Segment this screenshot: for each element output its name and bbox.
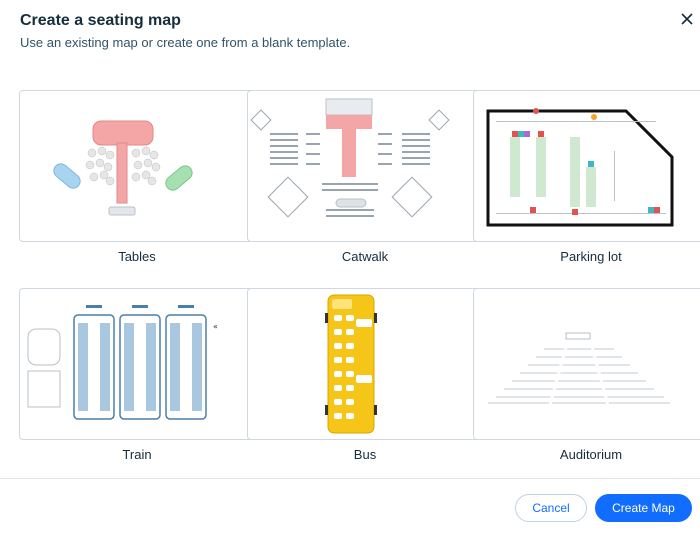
template-card-auditorium[interactable]: Auditorium (473, 288, 700, 470)
footer-divider (0, 478, 700, 479)
create-map-button[interactable]: Create Map (595, 494, 692, 522)
cancel-button[interactable]: Cancel (515, 494, 587, 522)
template-card-bus[interactable]: Bus (247, 288, 483, 470)
scroll-fade (0, 58, 700, 78)
template-label: Bus (353, 447, 377, 462)
template-label: Catwalk (341, 249, 389, 264)
catwalk-thumbnail (247, 90, 483, 242)
close-icon[interactable] (676, 8, 698, 30)
template-label: Parking lot (560, 249, 622, 264)
parking-lot-thumbnail (473, 90, 700, 242)
seating-map-dialog: Create a seating map Use an existing map… (0, 0, 700, 534)
tables-thumbnail (19, 90, 255, 242)
dialog-title: Create a seating map (20, 12, 181, 29)
train-thumbnail: « (19, 288, 255, 440)
template-label: Train (122, 447, 152, 462)
svg-text:«: « (213, 322, 218, 331)
template-card-tables[interactable]: Tables (19, 90, 255, 272)
template-label: Auditorium (559, 447, 623, 462)
dialog-subtitle: Use an existing map or create one from a… (20, 35, 351, 50)
template-card-train[interactable]: « Train (19, 288, 255, 470)
template-card-catwalk[interactable]: Catwalk (247, 90, 483, 272)
auditorium-thumbnail (473, 288, 700, 440)
bus-thumbnail (247, 288, 483, 440)
template-card-parking-lot[interactable]: Parking lot (473, 90, 700, 272)
template-label: Tables (118, 249, 156, 264)
